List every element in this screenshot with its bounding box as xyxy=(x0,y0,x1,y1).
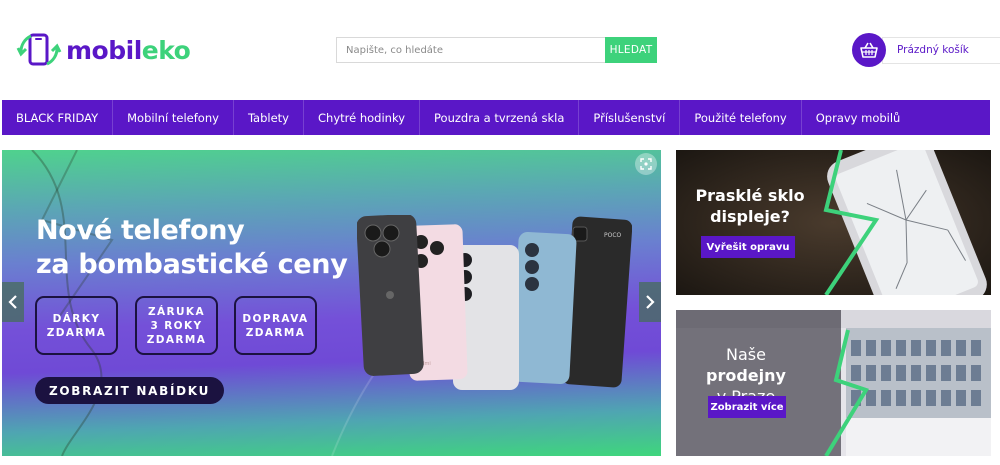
search-bar: HLEDAT xyxy=(336,37,657,63)
hero-slider[interactable]: POCO Redmi Nové telefony za bombastické … xyxy=(2,150,661,456)
badge-free-shipping: DOPRAVA ZDARMA xyxy=(234,296,317,355)
main-nav: BLACK FRIDAY Mobilní telefony Tablety Ch… xyxy=(2,100,990,135)
nav-item-used-phones[interactable]: Použité telefony xyxy=(680,100,802,135)
site-header: mobileko HLEDAT Prázdný košík xyxy=(0,0,1000,100)
nav-item-black-friday[interactable]: BLACK FRIDAY xyxy=(2,100,114,135)
nav-item-accessories[interactable]: Příslušenství xyxy=(579,100,681,135)
cart[interactable]: Prázdný košík xyxy=(852,33,1000,67)
logo[interactable]: mobileko xyxy=(16,28,191,72)
show-more-button[interactable]: Zobrazit více xyxy=(708,396,786,418)
banner-cracked-glass-title: Prasklé sklo displeje? xyxy=(695,186,805,226)
logo-text: mobileko xyxy=(66,35,191,65)
banner-prague-stores[interactable]: Naše prodejny v Praze Zobrazit více xyxy=(676,310,991,456)
nav-item-smartwatches[interactable]: Chytré hodinky xyxy=(304,100,421,135)
search-input[interactable] xyxy=(336,37,605,63)
nav-item-cases-glass[interactable]: Pouzdra a tvrzená skla xyxy=(420,100,580,135)
cart-label[interactable]: Prázdný košík xyxy=(882,36,1000,64)
logo-phone-arrows-icon xyxy=(16,33,62,66)
phones-illustration: POCO Redmi xyxy=(357,215,632,390)
search-button[interactable]: HLEDAT xyxy=(605,37,657,63)
chevron-right-icon[interactable] xyxy=(639,282,661,322)
badge-free-gifts: DÁRKY ZDARMA xyxy=(35,296,118,355)
expand-icon[interactable] xyxy=(635,153,657,175)
poco-brand-mark: POCO xyxy=(604,232,622,239)
hero-title: Nové telefony za bombastické ceny xyxy=(36,215,348,280)
nav-item-mobile-phones[interactable]: Mobilní telefony xyxy=(113,100,234,135)
nav-item-tablets[interactable]: Tablety xyxy=(234,100,304,135)
chevron-left-icon[interactable] xyxy=(2,282,24,322)
fix-repair-button[interactable]: Vyřešit opravu xyxy=(701,236,795,258)
basket-icon[interactable] xyxy=(852,33,886,67)
show-offer-button[interactable]: ZOBRAZIT NABÍDKU xyxy=(35,377,224,404)
badge-3-year-warranty: ZÁRUKA 3 ROKY ZDARMA xyxy=(135,296,218,355)
nav-item-repairs[interactable]: Opravy mobilů xyxy=(802,100,915,135)
banner-cracked-glass[interactable]: Prasklé sklo displeje? Vyřešit opravu xyxy=(676,150,991,295)
